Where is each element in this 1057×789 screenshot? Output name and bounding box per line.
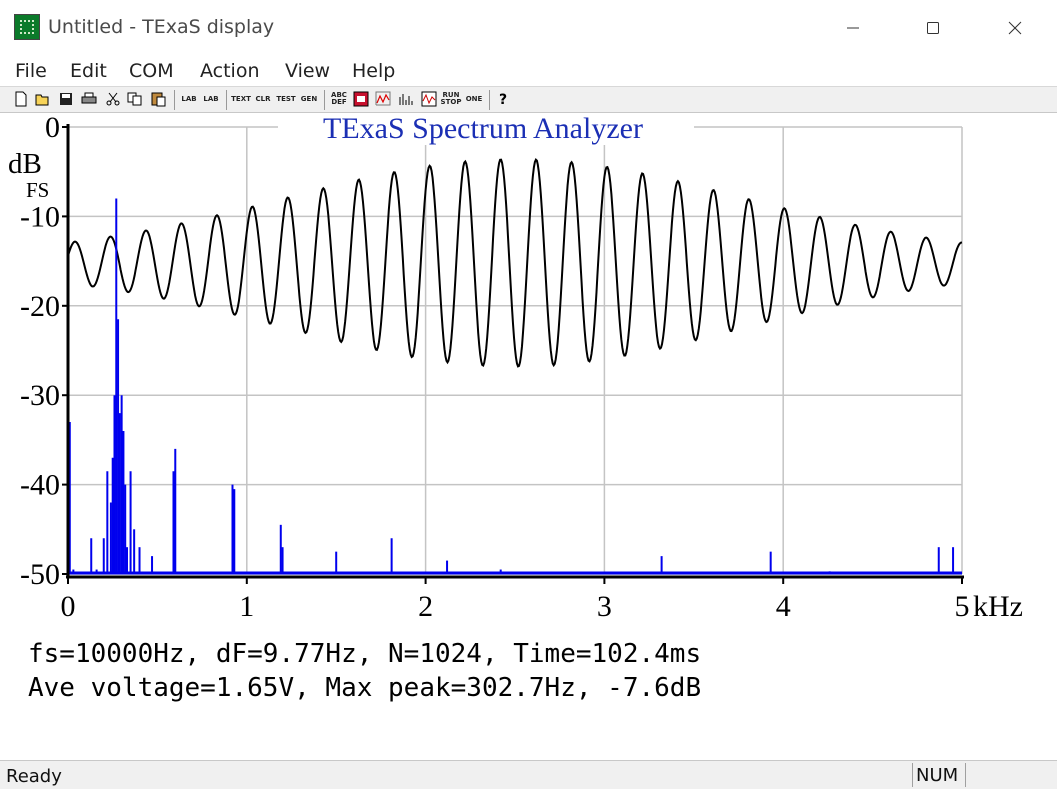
print-button[interactable] [80, 90, 98, 108]
toolbar: LAB LAB TEXT CLR TEST GEN ABC DEF RUN ST… [0, 86, 1057, 113]
close-button[interactable] [975, 0, 1055, 56]
meter-icon [421, 91, 437, 107]
scope-button[interactable] [374, 90, 392, 108]
text-button[interactable]: TEXT [231, 90, 251, 108]
spectrum-icon [399, 94, 413, 105]
close-icon [1008, 21, 1022, 35]
tick-labels: 0-10-20-30-40-500 1 2 3 4 5 kHz [20, 111, 1023, 623]
save-button[interactable] [57, 90, 75, 108]
help-icon: ? [499, 92, 507, 107]
paste-icon [151, 92, 166, 107]
toolbar-separator [226, 90, 227, 110]
svg-text:?: ? [499, 92, 507, 107]
main-window: Untitled - TExaS display File Edit COM A… [0, 0, 1057, 789]
menu-help[interactable]: Help [352, 60, 395, 82]
minimize-button[interactable] [813, 0, 893, 56]
one-button[interactable]: ONE [465, 90, 483, 108]
new-file-button[interactable] [12, 90, 30, 108]
open-icon [35, 94, 49, 106]
y-axis-label: dB [8, 148, 42, 180]
cut-button[interactable] [104, 90, 122, 108]
new-icon [15, 91, 27, 107]
y-tick-label: -40 [20, 469, 60, 502]
maximize-icon [927, 22, 939, 34]
menu-action[interactable]: Action [200, 60, 260, 82]
spectrum-view: TExaS Spectrum Analyzer dB FS 0 -10 -20 -30… [4, 111, 1053, 760]
record-button[interactable] [352, 90, 370, 108]
help-button[interactable]: ? [495, 90, 513, 108]
open-button[interactable] [34, 90, 52, 108]
num-lock-indicator: NUM [912, 763, 966, 787]
y-axis-unit-label: FS [26, 178, 49, 202]
meter-button[interactable] [420, 90, 438, 108]
x-tick-label: 3 [597, 590, 612, 623]
lab-button-1[interactable]: LAB [180, 90, 198, 108]
gen-button[interactable]: GEN [300, 90, 318, 108]
y-tick-label: -20 [20, 290, 60, 323]
menu-edit[interactable]: Edit [70, 60, 107, 82]
toolbar-separator [324, 90, 325, 110]
run-stop-button[interactable]: RUN STOP [441, 90, 462, 108]
maximize-button[interactable] [893, 0, 973, 56]
x-tick-label: 2 [418, 590, 433, 623]
save-icon [60, 93, 72, 105]
menu-bar: File Edit COM Action View Help [0, 56, 1057, 86]
peak-info: Ave voltage=1.65V, Max peak=302.7Hz, -7.… [28, 673, 702, 703]
test-button[interactable]: TEST [276, 90, 295, 108]
toolbar-separator [489, 90, 490, 110]
sampling-info: fs=10000Hz, dF=9.77Hz, N=1024, Time=102.… [28, 639, 702, 669]
waveform [67, 158, 963, 368]
spectrum-button[interactable] [397, 90, 415, 108]
record-icon [353, 91, 369, 107]
scope-icon [375, 91, 391, 106]
menu-view[interactable]: View [285, 60, 330, 82]
x-tick-label: 5 [955, 590, 970, 623]
paste-button[interactable] [150, 90, 168, 108]
lab-button-2[interactable]: LAB [202, 90, 220, 108]
abcdef-button[interactable]: ABC DEF [330, 90, 348, 108]
cut-icon [106, 92, 120, 106]
copy-icon [127, 92, 142, 106]
status-text: Ready [6, 766, 62, 787]
minimize-icon [847, 27, 859, 29]
x-tick-label: 0 [61, 590, 76, 623]
status-bar: Ready NUM [0, 760, 1057, 789]
copy-button[interactable] [126, 90, 144, 108]
print-icon [81, 92, 97, 104]
x-tick-label: 4 [776, 590, 791, 623]
menu-file[interactable]: File [15, 60, 47, 82]
y-tick-label: 0 [45, 113, 60, 144]
chart-axes [62, 124, 964, 584]
window-title: Untitled - TExaS display [48, 16, 275, 38]
y-tick-label: -30 [20, 379, 60, 412]
waveform-line [67, 158, 963, 368]
app-icon[interactable] [14, 14, 40, 40]
clear-button[interactable]: CLR [254, 90, 272, 108]
toolbar-separator [174, 90, 175, 110]
x-axis-unit-label: kHz [973, 590, 1023, 623]
title-bar: Untitled - TExaS display [0, 0, 1057, 56]
y-tick-label: -10 [20, 200, 60, 233]
y-tick-label: -50 [20, 558, 60, 591]
chart-title: TExaS Spectrum Analyzer [323, 113, 643, 145]
x-tick-label: 1 [239, 590, 254, 623]
menu-com[interactable]: COM [129, 60, 174, 82]
